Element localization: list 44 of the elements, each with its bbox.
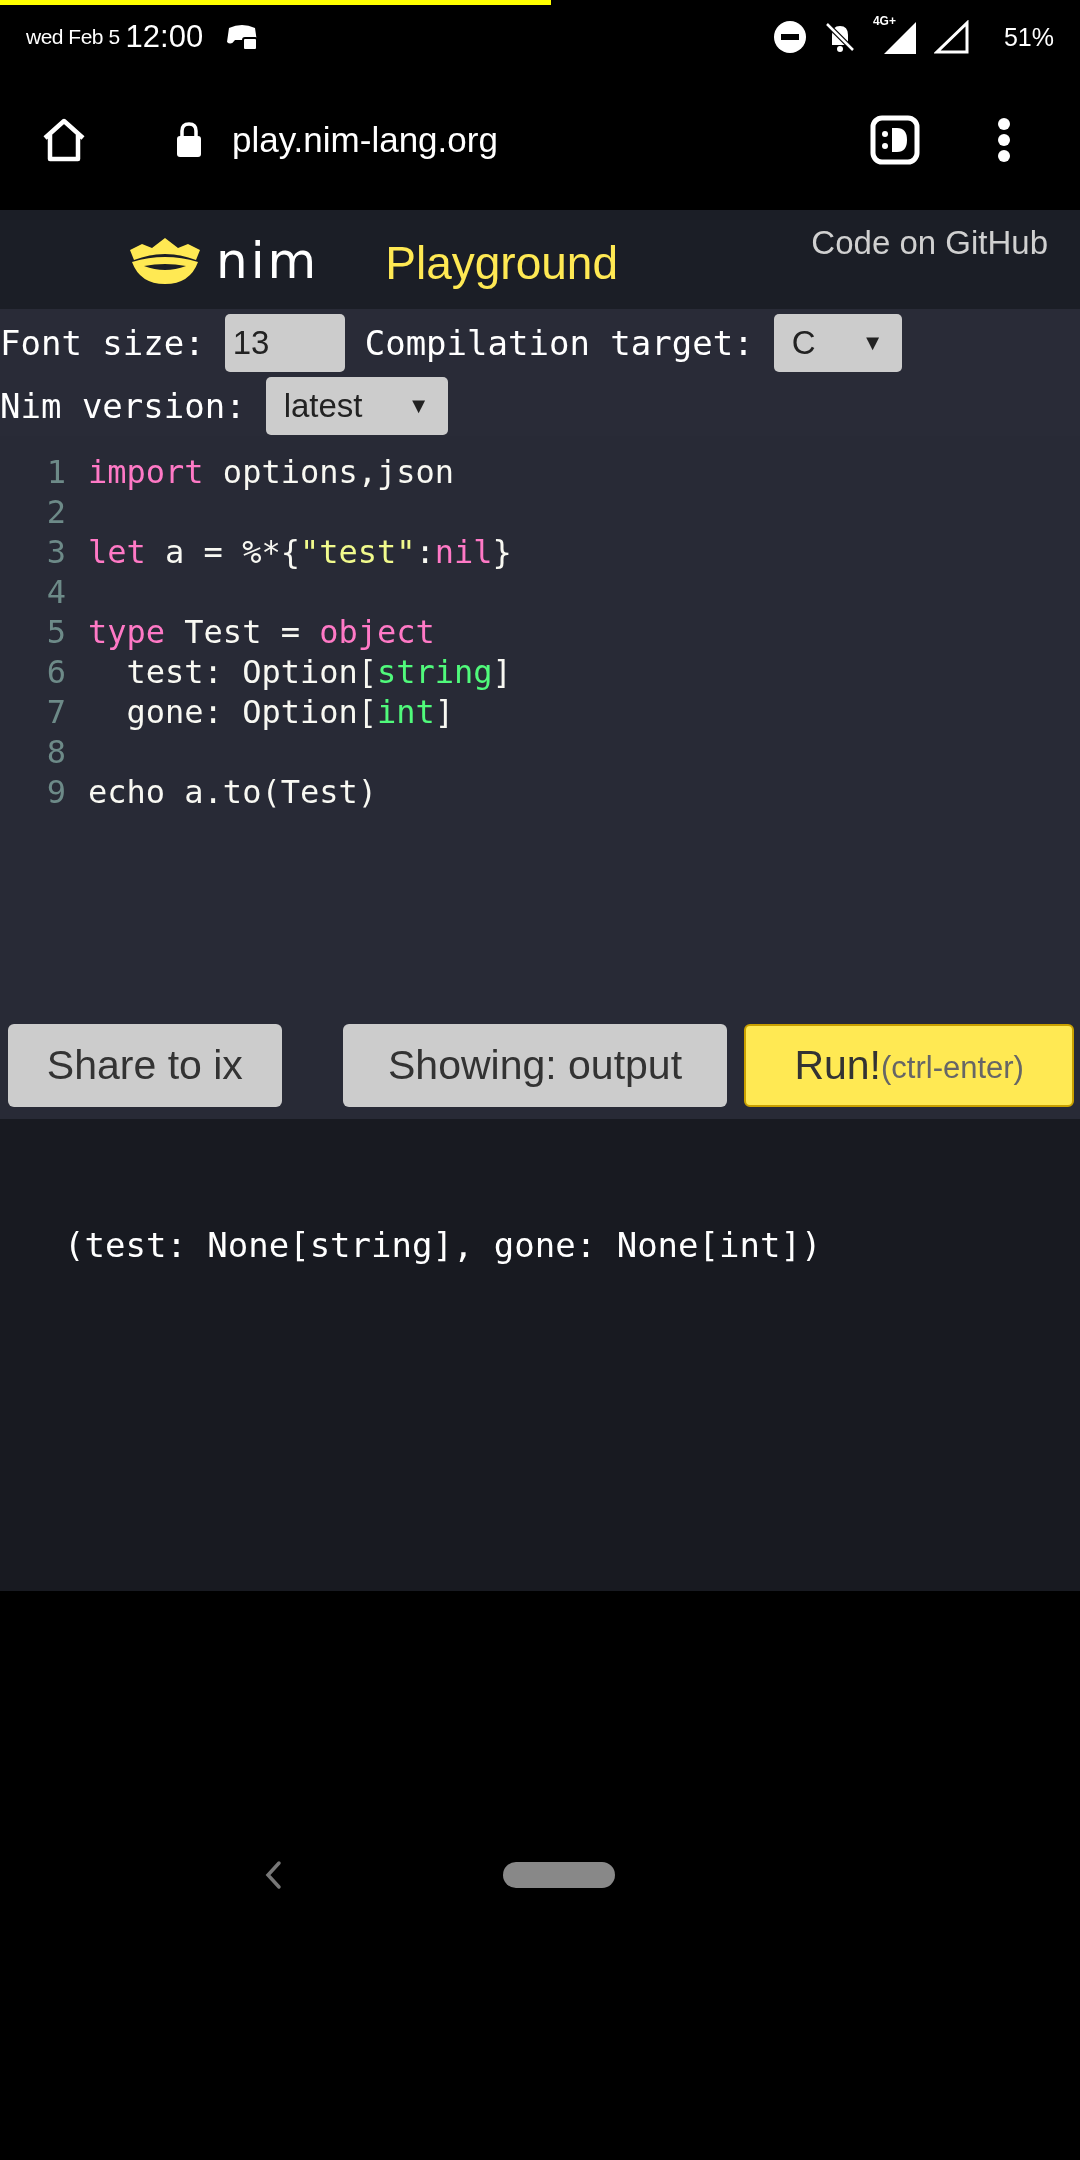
line-number: 8 <box>45 733 66 771</box>
github-link[interactable]: Code on GitHub <box>811 224 1048 262</box>
logo-wordmark: nim <box>216 238 320 284</box>
code-line: import options,json <box>88 453 455 491</box>
url-text: play.nim-lang.org <box>232 119 498 160</box>
smiley-box-icon[interactable] <box>870 114 920 165</box>
back-icon[interactable] <box>263 1859 283 1892</box>
menu-icon[interactable] <box>996 115 1012 164</box>
lock-icon <box>174 120 204 159</box>
code-line: echo a.to(Test) <box>88 773 377 811</box>
battery-level: 51% <box>1003 22 1054 52</box>
crown-icon <box>128 236 202 286</box>
gamepad-icon <box>225 22 260 52</box>
do-not-disturb-icon <box>772 20 807 54</box>
code-line: test: Option[string] <box>125 653 512 691</box>
font-size-field[interactable]: 13 <box>224 313 345 372</box>
cell-signal-icon <box>933 20 970 54</box>
line-number: 2 <box>45 493 66 531</box>
field-label: Font size: <box>0 322 205 363</box>
output-toggle-button[interactable]: Showing: output <box>342 1023 728 1107</box>
page-title: Playground <box>385 236 618 290</box>
line-number: 7 <box>45 693 66 731</box>
code-line: type Test = object <box>88 613 435 651</box>
field-label: Nim version: <box>0 385 246 426</box>
output-text: (test: None[string], gone: None[int]) <box>64 1224 823 1265</box>
run-button[interactable]: Run!(ctrl-enter) <box>744 1023 1074 1107</box>
address-bar[interactable]: play.nim-lang.org <box>174 119 870 160</box>
line-number: 5 <box>45 613 66 651</box>
version-dropdown[interactable]: latest ▼ <box>265 376 448 435</box>
line-number: 4 <box>45 573 66 611</box>
status-time: 12:00 <box>125 19 204 55</box>
share-button[interactable]: Share to ix <box>8 1023 282 1107</box>
home-pill[interactable] <box>503 1862 615 1889</box>
code-line: let a = %*{"test":nil} <box>88 533 512 571</box>
code-line: gone: Option[int] <box>125 693 455 731</box>
network-type: 4G+ <box>872 14 896 28</box>
status-date: wed Feb 5 <box>26 25 120 49</box>
line-number: 3 <box>45 533 66 571</box>
target-dropdown[interactable]: C ▼ <box>773 313 902 372</box>
code-editor[interactable]: 1 import options,json 2 3 let a = %*{"test":nil} 4 5 type Test = object 6 test: Option[string] 7 gone: Option[int] 8 9 echo a.to(Test) <box>0 436 1080 1022</box>
line-number: 9 <box>45 773 66 811</box>
line-number: 6 <box>45 653 66 691</box>
line-number: 1 <box>45 453 66 491</box>
field-label: Compilation target: <box>364 322 754 363</box>
